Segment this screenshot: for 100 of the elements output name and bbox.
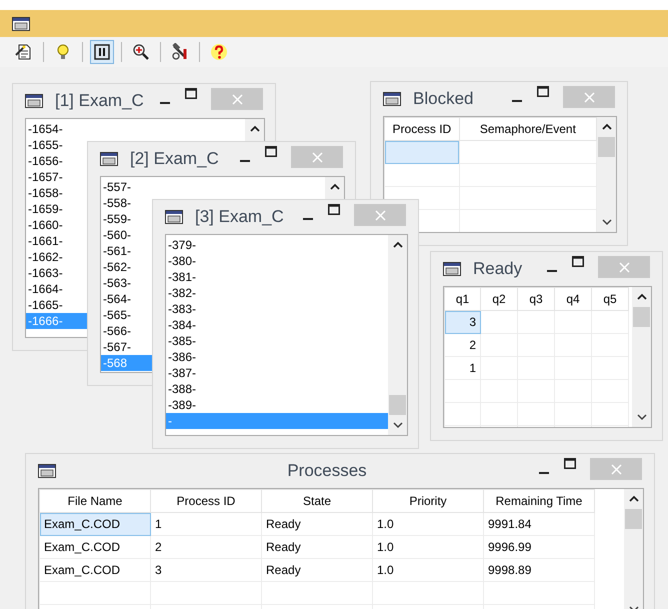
list-item[interactable]: -379-: [166, 237, 198, 253]
column-header[interactable]: Process ID: [384, 118, 460, 140]
list-item[interactable]: -382-: [166, 285, 198, 301]
scrollbar-thumb[interactable]: [598, 137, 615, 157]
column-header[interactable]: Semaphore/Event: [459, 118, 596, 140]
list-item[interactable]: -1658-: [26, 185, 65, 201]
data-grid[interactable]: Process ID Semaphore/Event: [383, 116, 617, 233]
scrollbar[interactable]: [632, 287, 651, 427]
column-header[interactable]: q4: [554, 288, 592, 310]
table-cell: 1.0: [372, 558, 484, 582]
window-icon: [100, 152, 118, 166]
scroll-up-icon[interactable]: [250, 125, 260, 133]
column-header[interactable]: q2: [480, 288, 518, 310]
scroll-up-icon[interactable]: [602, 123, 612, 131]
table-cell: Exam_C.COD: [40, 512, 150, 536]
list-item[interactable]: -1661-: [26, 233, 65, 249]
table-cell: 1: [150, 512, 262, 536]
column-header[interactable]: q1: [444, 288, 480, 310]
list-item[interactable]: -380-: [166, 253, 198, 269]
pause-icon: [94, 44, 110, 60]
maximize-icon[interactable]: [537, 86, 549, 97]
scrollbar[interactable]: [388, 235, 407, 435]
list-item[interactable]: -562-: [101, 259, 134, 275]
list-item[interactable]: -383-: [166, 301, 198, 317]
data-grid[interactable]: File Name Process ID State Priority Remaining Time Exam_C.COD 1 Ready 1.0 9991.84 Exam_C.COD 2 Ready 1.0 9996.99 Exam_C.COD 3 Ready 1.0 9998.89: [38, 488, 644, 609]
maximize-icon[interactable]: [265, 146, 277, 157]
column-header[interactable]: Remaining Time: [484, 490, 594, 512]
list-item[interactable]: -1663-: [26, 265, 65, 281]
scrollbar-thumb[interactable]: [625, 509, 642, 529]
list-box[interactable]: -379- -380- -381- -382- -383- -384- -385- -386- -387- -388- -389- -: [165, 234, 408, 436]
table-cell: 3: [444, 310, 480, 334]
list-item[interactable]: -557-: [101, 179, 134, 195]
window-title: [3] Exam_C: [195, 207, 284, 227]
list-item[interactable]: -381-: [166, 269, 198, 285]
focused-cell[interactable]: [384, 140, 460, 164]
scrollbar-thumb[interactable]: [633, 307, 650, 327]
empty-cell: [592, 402, 628, 426]
maximize-icon[interactable]: [572, 256, 584, 267]
list-item[interactable]: -389-: [166, 397, 198, 413]
list-item[interactable]: -385-: [166, 333, 198, 349]
list-item[interactable]: -1654-: [26, 121, 65, 137]
list-item[interactable]: -384-: [166, 317, 198, 333]
list-item[interactable]: -565-: [101, 307, 134, 323]
list-item[interactable]: -386-: [166, 349, 198, 365]
toolbar-button[interactable]: [90, 40, 114, 64]
list-item[interactable]: -1660-: [26, 217, 65, 233]
list-item[interactable]: -560-: [101, 227, 134, 243]
scrollbar[interactable]: [624, 489, 643, 609]
list-item[interactable]: -1657-: [26, 169, 65, 185]
maximize-icon[interactable]: [328, 204, 340, 215]
zoom-in-icon: [132, 43, 150, 61]
column-header[interactable]: Priority: [372, 490, 484, 512]
help-icon: [210, 43, 228, 61]
list-item[interactable]: -1659-: [26, 201, 65, 217]
list-item[interactable]: -566-: [101, 323, 134, 339]
maximize-icon[interactable]: [185, 88, 197, 99]
list-item[interactable]: -564-: [101, 291, 134, 307]
light-bulb-icon: [55, 43, 71, 61]
column-header[interactable]: q3: [518, 288, 554, 310]
data-grid[interactable]: q1 q2 q3 q4 q5 3 2 1: [443, 286, 652, 428]
document-wand-icon: [15, 43, 33, 61]
column-header[interactable]: State: [262, 490, 372, 512]
list-item[interactable]: -558-: [101, 195, 134, 211]
table-cell: Exam_C.COD: [40, 558, 150, 582]
scroll-up-icon[interactable]: [628, 495, 638, 503]
list-item[interactable]: -388-: [166, 381, 198, 397]
window-icon: [443, 262, 461, 276]
tools-icon: [171, 43, 189, 61]
scroll-up-icon[interactable]: [392, 241, 402, 249]
list-item[interactable]: -1656-: [26, 153, 65, 169]
scroll-down-icon[interactable]: [602, 218, 612, 226]
list-item[interactable]: -1662-: [26, 249, 65, 265]
list-item[interactable]: -1665-: [26, 297, 65, 313]
list-item[interactable]: -1664-: [26, 281, 65, 297]
empty-cell: [554, 402, 592, 426]
window-title: [2] Exam_C: [130, 149, 219, 169]
close-icon: [618, 262, 630, 272]
table-cell: 9991.84: [484, 512, 594, 536]
maximize-icon[interactable]: [564, 458, 576, 469]
scroll-up-icon[interactable]: [330, 183, 340, 191]
list-item[interactable]: -1655-: [26, 137, 65, 153]
list-item[interactable]: -561-: [101, 243, 134, 259]
list-item[interactable]: -387-: [166, 365, 198, 381]
table-cell: Ready: [262, 512, 372, 536]
list-item[interactable]: -567-: [101, 339, 134, 355]
table-cell: 2: [150, 536, 262, 558]
scrollbar[interactable]: [597, 117, 616, 232]
table-cell: Exam_C.COD: [40, 536, 150, 558]
scroll-down-icon[interactable]: [392, 421, 402, 429]
list-item[interactable]: -559-: [101, 211, 134, 227]
list-item[interactable]: -563-: [101, 275, 134, 291]
table-cell: 9998.89: [484, 558, 594, 582]
column-header[interactable]: Process ID: [150, 490, 262, 512]
column-header[interactable]: q5: [592, 288, 628, 310]
close-icon: [312, 152, 322, 162]
scrollbar-thumb[interactable]: [389, 395, 406, 415]
column-header[interactable]: File Name: [40, 490, 150, 512]
scroll-down-icon[interactable]: [636, 413, 646, 421]
table-cell: 3: [150, 558, 262, 582]
scroll-up-icon[interactable]: [636, 293, 646, 301]
